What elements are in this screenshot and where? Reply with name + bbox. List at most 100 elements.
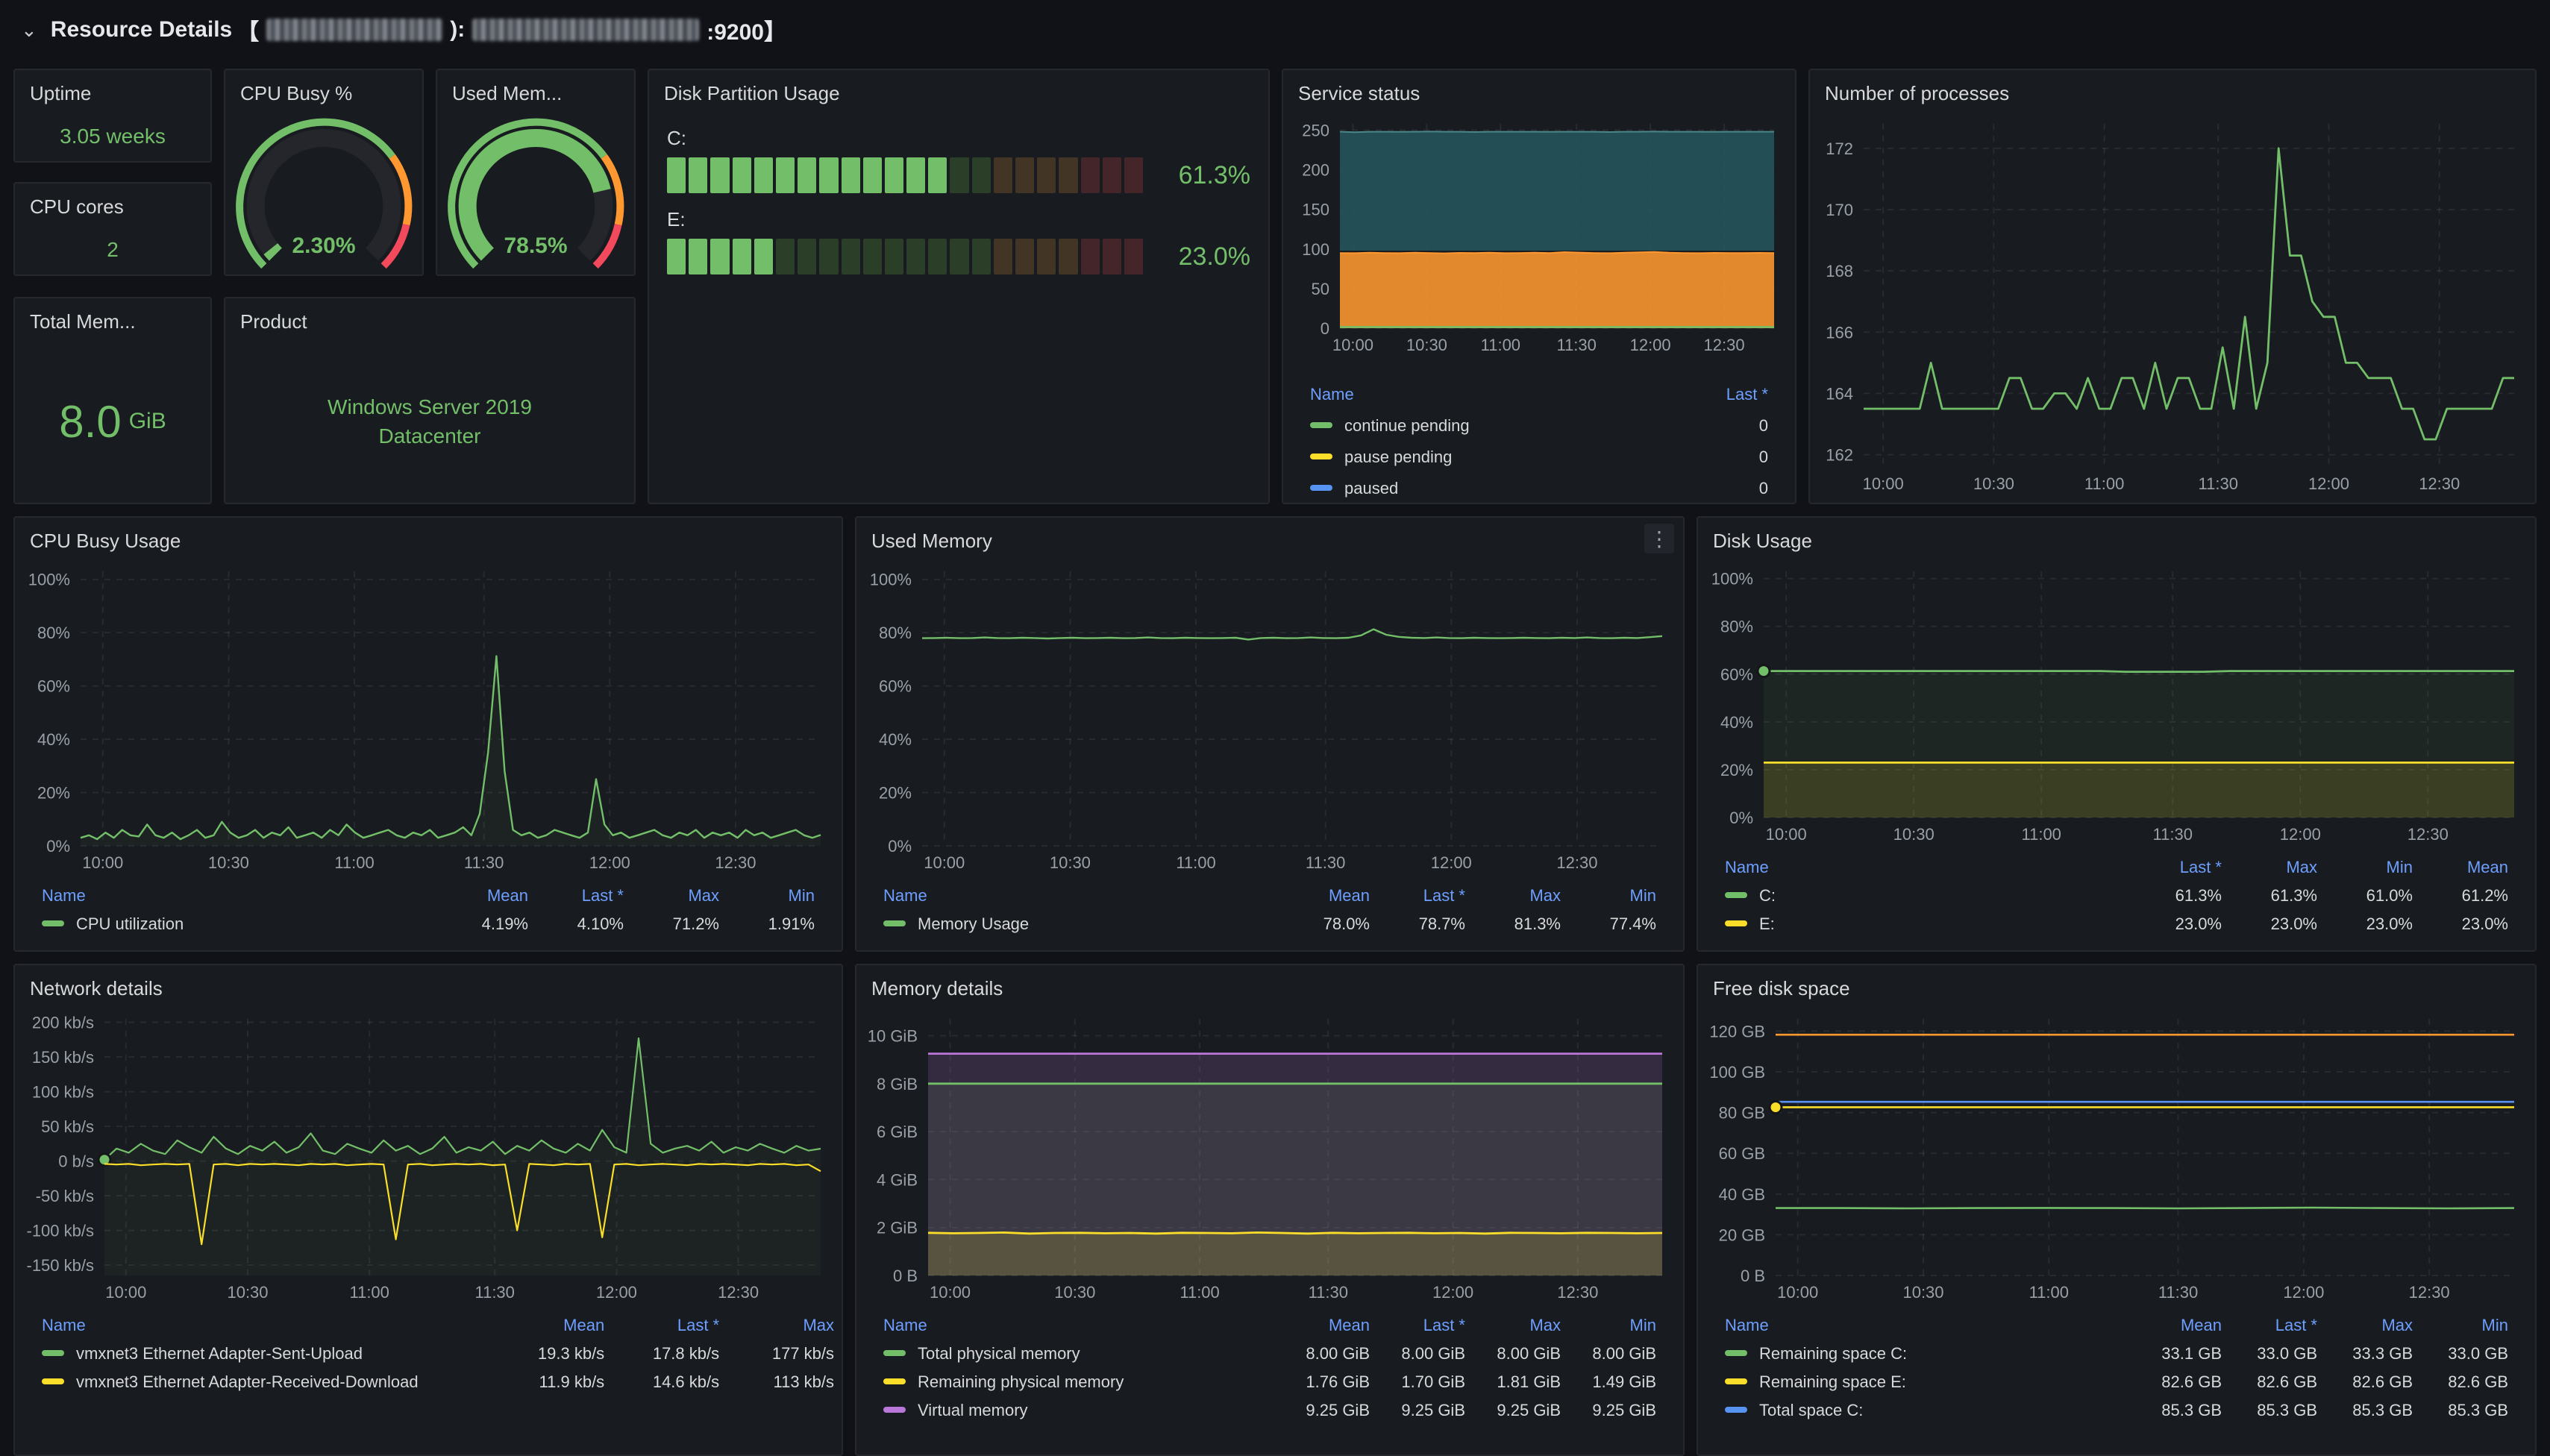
legend-header[interactable]: Max [2326,1311,2422,1340]
series-label[interactable]: vmxnet3 Ethernet Adapter-Received-Downlo… [76,1372,419,1391]
legend-header[interactable]: Last * [1682,379,1777,410]
series-swatch [883,1378,906,1384]
panel-menu-icon[interactable]: ⋮ [1644,524,1674,553]
legend-header[interactable]: Last * [1379,1311,1474,1340]
processes-chart[interactable]: 10:0010:3011:0011:3012:0012:301721701681… [1816,112,2529,497]
legend-header[interactable]: Name [1301,379,1682,410]
free-disk-chart[interactable]: 10:0010:3011:0011:3012:0012:30120 GB100 … [1704,1007,2529,1305]
legend-header[interactable]: Max [2231,853,2326,882]
legend-header[interactable]: Name [874,1311,1283,1340]
legend-header[interactable]: Mean [2135,1311,2231,1340]
panel-title[interactable]: Service status [1283,70,1795,112]
legend-header[interactable]: Min [2326,853,2422,882]
legend-row: continue pending0 [1301,410,1777,442]
svg-text:11:00: 11:00 [2084,474,2124,493]
network-chart[interactable]: 10:0010:3011:0011:3012:0012:30200 kb/s15… [21,1007,836,1305]
cpu-cores-value: 2 [15,225,210,274]
panel-title[interactable]: Network details [15,965,842,1007]
panel-title[interactable]: CPU Busy Usage [15,518,842,559]
panel-title[interactable]: CPU cores [15,183,210,225]
svg-text:40%: 40% [879,730,912,749]
legend-header[interactable]: Last * [2135,853,2231,882]
panel-title[interactable]: Number of processes [1810,70,2535,112]
used-memory-chart[interactable]: 10:0010:3011:0011:3012:0012:30100%80%60%… [862,559,1677,876]
series-label[interactable]: Remaining physical memory [918,1372,1124,1391]
legend-header[interactable]: Max [1474,882,1570,910]
legend-header[interactable]: Last * [1379,882,1474,910]
series-label[interactable]: E: [1759,914,1775,933]
series-label[interactable]: Remaining space E: [1759,1372,1906,1391]
cpu-busy-gauge: 2.30% [225,112,422,274]
memory-details-chart[interactable]: 10:0010:3011:0011:3012:0012:3010 GiB8 Gi… [862,1007,1677,1305]
panel-title[interactable]: Free disk space [1698,965,2535,1007]
panel-title[interactable]: Memory details [856,965,1683,1007]
legend-row: pause pending0 [1301,442,1777,473]
legend-header[interactable]: Last * [2231,1311,2326,1340]
dashboard-row-header[interactable]: ⌄ Resource Details 【 ): :9200】 [0,0,2550,60]
series-label[interactable]: pause pending [1344,448,1452,466]
series-label[interactable]: vmxnet3 Ethernet Adapter-Sent-Upload [76,1344,363,1363]
legend-header[interactable]: Mean [2422,853,2517,882]
legend-header[interactable]: Mean [1283,1311,1379,1340]
series-label[interactable]: Virtual memory [918,1401,1028,1419]
series-label[interactable]: continue pending [1344,416,1470,435]
bargauge-cell [689,157,707,193]
disk-usage-chart[interactable]: 10:0010:3011:0011:3012:0012:30100%80%60%… [1704,559,2529,847]
svg-text:10:30: 10:30 [1406,336,1447,354]
legend-value: 4.10% [537,910,633,938]
legend-value: 1.76 GiB [1283,1368,1379,1396]
legend-header[interactable]: Mean [1283,882,1379,910]
series-label[interactable]: Total physical memory [918,1344,1080,1363]
svg-text:200: 200 [1302,161,1329,180]
legend-header[interactable]: Max [1474,1311,1570,1340]
legend-header[interactable]: Mean [498,1311,613,1340]
svg-text:12:30: 12:30 [1557,1283,1598,1302]
panel-title[interactable]: Disk Usage [1698,518,2535,559]
service-status-chart[interactable]: 10:0010:3011:0011:3012:0012:302502001501… [1289,112,1789,358]
total-mem-unit: GiB [129,409,166,434]
svg-text:11:00: 11:00 [1180,1283,1219,1302]
bargauge-cell [667,157,686,193]
legend-header[interactable]: Max [633,882,728,910]
svg-text:164: 164 [1826,384,1853,403]
cpu-busy-usage-chart[interactable]: 10:0010:3011:0011:3012:0012:30100%80%60%… [21,559,836,876]
svg-text:100%: 100% [870,571,912,589]
series-label[interactable]: paused [1344,479,1398,498]
legend-header[interactable]: Min [728,882,824,910]
legend-header[interactable]: Max [728,1311,843,1340]
panel-title[interactable]: Uptime [15,70,210,112]
legend-header[interactable]: Min [1570,1311,1665,1340]
series-label[interactable]: CPU utilization [76,914,184,933]
series-label[interactable]: Total space C: [1759,1401,1863,1419]
legend-header[interactable]: Name [1716,1311,2135,1340]
panel-title[interactable]: CPU Busy % [225,70,422,112]
svg-text:168: 168 [1826,262,1853,280]
series-label[interactable]: C: [1759,886,1776,905]
svg-text:166: 166 [1826,323,1853,342]
legend-value: 23.0% [2231,910,2326,938]
svg-text:10:00: 10:00 [82,853,123,872]
panel-title[interactable]: Used Memory [856,518,1683,559]
panel-title[interactable]: Used Mem... [437,70,634,112]
legend-header[interactable]: Name [874,882,1283,910]
bargauge-cell [1103,157,1121,193]
legend-header[interactable]: Last * [537,882,633,910]
legend-header[interactable]: Name [33,1311,498,1340]
panel-title[interactable]: Total Mem... [15,298,210,340]
panel-title[interactable]: Disk Partition Usage [649,70,1268,112]
legend-header[interactable]: Min [2422,1311,2517,1340]
legend-header[interactable]: Min [1570,882,1665,910]
legend-header[interactable]: Last * [613,1311,728,1340]
legend-value: 61.3% [2231,882,2326,910]
series-label[interactable]: Remaining space C: [1759,1344,1907,1363]
legend-header[interactable]: Mean [442,882,537,910]
legend-header[interactable]: Name [1716,853,2135,882]
legend-value: 8.00 GiB [1474,1340,1570,1368]
port-text: :9200】 [707,13,786,46]
legend-header[interactable]: Name [33,882,442,910]
series-label[interactable]: Memory Usage [918,914,1029,933]
svg-text:11:00: 11:00 [2022,825,2061,844]
panel-title[interactable]: Product [225,298,634,340]
chevron-down-icon[interactable]: ⌄ [21,20,37,40]
svg-text:10:30: 10:30 [1902,1283,1943,1302]
